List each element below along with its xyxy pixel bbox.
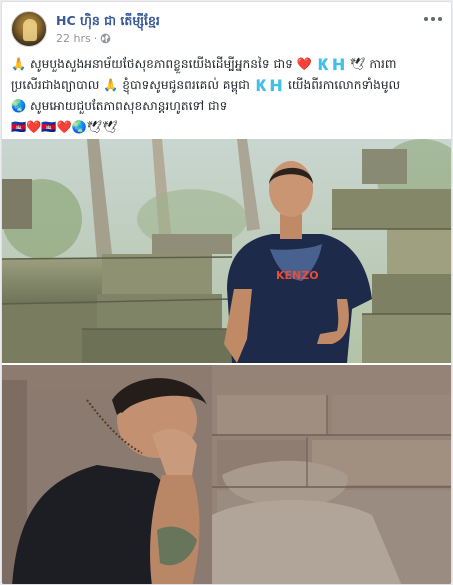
- post-text-line: 🙏 សូមបួងសួងអនាម័យថែសុខភាពខ្លួនយេីងដេីម្ប…: [11, 57, 397, 71]
- post-photo-1[interactable]: KENZO: [2, 139, 451, 363]
- post-time[interactable]: 22 hrs: [56, 32, 91, 45]
- meta-separator: ·: [93, 32, 98, 45]
- post-text-line: 🌏 សូមអោយជួបតែភាពសុខសាន្តរហូតទៅ ជាទ: [11, 99, 228, 113]
- globe-icon[interactable]: [100, 33, 111, 44]
- post-text: 🙏 សូមបួងសួងអនាម័យថែសុខភាពខ្លួនយេីងដេីម្ប…: [11, 54, 447, 138]
- author-avatar[interactable]: [11, 11, 47, 47]
- post-text-line: 🇰🇭❤️🇰🇭❤️🌏🕊🕊: [11, 120, 118, 134]
- post-header: HC ហ៊ិន ជា តេីម្ស៊ីខ្មែរ 22 hrs ·: [11, 11, 444, 49]
- shirt-text: KENZO: [276, 269, 319, 282]
- more-icon[interactable]: [424, 13, 442, 25]
- author-name[interactable]: HC ហ៊ិន ជា តេីម្ស៊ីខ្មែរ: [56, 13, 160, 32]
- avatar-figure: [23, 19, 37, 41]
- post-meta: 22 hrs ·: [56, 32, 111, 45]
- post-photo-2[interactable]: [2, 365, 451, 584]
- post-card: HC ហ៊ិន ជា តេីម្ស៊ីខ្មែរ 22 hrs · 🙏 សូមប…: [1, 1, 452, 585]
- post-text-line: ប្រសើរជាងព្យាបាល 🙏 ខ្ញុំបាទសូមជូនពរគេល់ …: [11, 78, 401, 92]
